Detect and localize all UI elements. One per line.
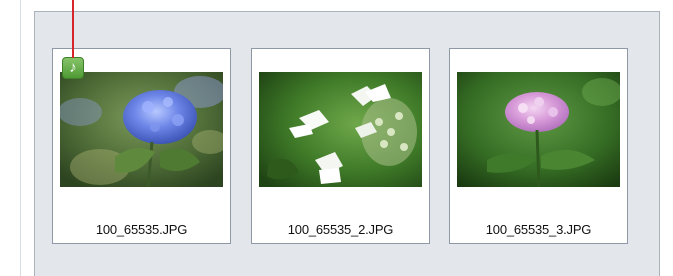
thumbnail-filename: 100_65535_3.JPG <box>485 222 592 237</box>
thumbnail-item[interactable]: 100_65535_3.JPG <box>449 48 628 244</box>
pointer-callout-line <box>72 0 74 58</box>
thumbnail-image <box>60 72 223 187</box>
thumbnail-image <box>259 72 422 187</box>
music-note-icon[interactable]: ♪ <box>62 57 84 79</box>
thumbnail-grid: ♪ 100_65535.JPG 100_65535_2.JPG 100_6553… <box>34 11 660 276</box>
thumbnail-item[interactable]: ♪ 100_65535.JPG <box>52 48 231 244</box>
photo-gallery-view: ♪ 100_65535.JPG 100_65535_2.JPG 100_6553… <box>0 0 673 276</box>
thumbnail-filename: 100_65535.JPG <box>95 222 188 237</box>
thumbnail-image <box>457 72 620 187</box>
divider <box>20 0 21 276</box>
thumbnail-item[interactable]: 100_65535_2.JPG <box>251 48 430 244</box>
thumbnail-filename: 100_65535_2.JPG <box>287 222 394 237</box>
